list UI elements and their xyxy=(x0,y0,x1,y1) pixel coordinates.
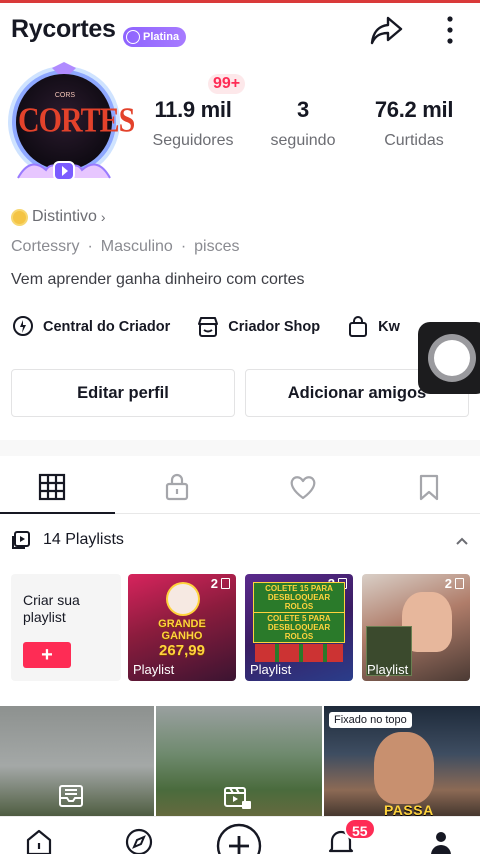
badge-label: Platina xyxy=(143,31,180,43)
playlist-count-value: 2 xyxy=(210,576,218,591)
meta-separator: · xyxy=(180,238,187,255)
bunny-icon xyxy=(168,584,198,614)
creator-tools-row: Central do Criador Criador Shop Kw xyxy=(11,315,426,339)
grid-icon[interactable] xyxy=(37,472,67,502)
avatar-small-text: CORS xyxy=(54,92,76,99)
bookmark-icon[interactable] xyxy=(414,472,444,502)
drafts-icon xyxy=(59,785,83,807)
shopping-bag-icon xyxy=(349,316,368,337)
card-banner-1: COLETE 15 PARA DESBLOQUEAR ROLOS xyxy=(253,582,345,613)
badge-icon xyxy=(126,30,140,44)
avatar[interactable]: CORS CORTES xyxy=(0,60,135,190)
username: Rycortes xyxy=(11,15,116,43)
distintivo-label: Distintivo xyxy=(32,208,97,225)
stat-likes[interactable]: 76.2 mil Curtidas xyxy=(360,97,468,150)
followers-label: Seguidores xyxy=(152,132,234,149)
create-icon[interactable] xyxy=(216,823,262,854)
profile-header: Rycortes Platina xyxy=(0,8,480,52)
tool-label: Kw xyxy=(378,319,400,335)
playlist-count: 2 xyxy=(445,576,464,591)
create-playlist-card[interactable]: Criar sua playlist + xyxy=(11,574,121,681)
create-playlist-button[interactable]: + xyxy=(23,642,71,668)
card-line1: GRANDE xyxy=(158,618,206,630)
pinned-label: Fixado no topo xyxy=(329,712,412,728)
active-tab-underline xyxy=(0,512,115,514)
following-label: seguindo xyxy=(270,132,336,149)
profile-tabs xyxy=(0,458,480,514)
assistive-dot-icon xyxy=(434,340,470,376)
chevron-right-icon: › xyxy=(100,209,106,225)
more-vertical-icon[interactable] xyxy=(438,14,462,46)
video-thumbnail[interactable] xyxy=(156,706,322,826)
distintivo-medal-icon xyxy=(11,208,28,226)
playlist-label: Playlist xyxy=(133,662,175,677)
following-count: 3 xyxy=(297,97,309,122)
meta-handle: Cortessry xyxy=(11,238,80,255)
stat-following[interactable]: 3 seguindo xyxy=(258,97,348,150)
profile-bio: Vem aprender ganha dinheiro com cortes xyxy=(11,271,305,288)
tool-label: Criador Shop xyxy=(228,319,321,335)
likes-count: 76.2 mil xyxy=(374,97,454,122)
playlist-card[interactable]: 2 GRANDE GANHO 267,99 Playlist xyxy=(128,574,236,681)
stack-icon xyxy=(455,578,464,589)
likes-label: Curtidas xyxy=(384,132,444,149)
video-thumbnail[interactable]: Fixado no topo PASSA xyxy=(324,706,480,826)
stat-followers[interactable]: 11.9 mil Seguidores xyxy=(140,97,246,150)
notification-badge[interactable]: 99+ xyxy=(208,74,246,94)
share-arrow-icon[interactable] xyxy=(368,12,404,48)
playlist-card[interactable]: 2 COLETE 15 PARA DESBLOQUEAR ROLOS COLET… xyxy=(245,574,353,681)
card-banner-2: COLETE 5 PARA DESBLOQUEAR ROLOS xyxy=(253,612,345,643)
distintivo-link[interactable]: Distintivo › xyxy=(11,208,106,226)
playlist-icon xyxy=(12,531,30,549)
heart-icon[interactable] xyxy=(288,472,318,502)
top-accent-line xyxy=(0,0,480,3)
person-thumbnail xyxy=(374,732,434,804)
playlists-title: 14 Playlists xyxy=(43,531,124,548)
playlist-label: Playlist xyxy=(367,662,409,677)
meta-sign: pisces xyxy=(194,238,240,255)
video-thumbnail[interactable] xyxy=(0,706,154,826)
floating-assistive-button[interactable] xyxy=(418,322,480,394)
home-icon[interactable] xyxy=(24,827,54,854)
bottom-navigation xyxy=(0,816,480,854)
playlists-header[interactable]: 14 Playlists xyxy=(11,530,124,550)
profile-meta: Cortessry · Masculino · pisces xyxy=(11,238,240,256)
private-video-icon xyxy=(224,787,251,809)
playlist-card[interactable]: 2 Playlist xyxy=(362,574,470,681)
platina-badge[interactable]: Platina xyxy=(123,27,187,47)
tool-kw[interactable]: Kw xyxy=(346,315,400,339)
lock-icon[interactable] xyxy=(162,472,192,502)
chevron-up-icon[interactable] xyxy=(454,533,470,549)
profile-icon[interactable] xyxy=(426,827,456,854)
tool-central-do-criador[interactable]: Central do Criador xyxy=(11,315,170,339)
card-amount: 267,99 xyxy=(159,642,205,659)
tool-label: Central do Criador xyxy=(43,319,171,335)
card-line2: GANHO xyxy=(161,630,203,642)
slot-grid-icon xyxy=(255,644,343,662)
explore-icon[interactable] xyxy=(124,827,154,854)
followers-count: 11.9 mil xyxy=(154,97,232,122)
meta-gender: Masculino xyxy=(100,238,173,255)
edit-profile-button[interactable]: Editar perfil xyxy=(11,369,235,417)
avatar-logo-text: CORTES xyxy=(18,101,135,140)
lightbulb-pin-icon xyxy=(13,316,33,336)
stack-icon xyxy=(221,578,230,589)
create-playlist-label: Criar sua playlist xyxy=(23,592,80,625)
shop-icon xyxy=(198,317,219,337)
playlist-count-value: 2 xyxy=(444,576,452,591)
playlist-label: Playlist xyxy=(250,662,292,677)
tool-criador-shop[interactable]: Criador Shop xyxy=(196,315,320,339)
meta-separator: · xyxy=(87,238,93,255)
section-separator xyxy=(0,440,480,456)
playlist-count: 2 xyxy=(211,576,230,591)
inbox-badge: 55 xyxy=(344,818,376,840)
